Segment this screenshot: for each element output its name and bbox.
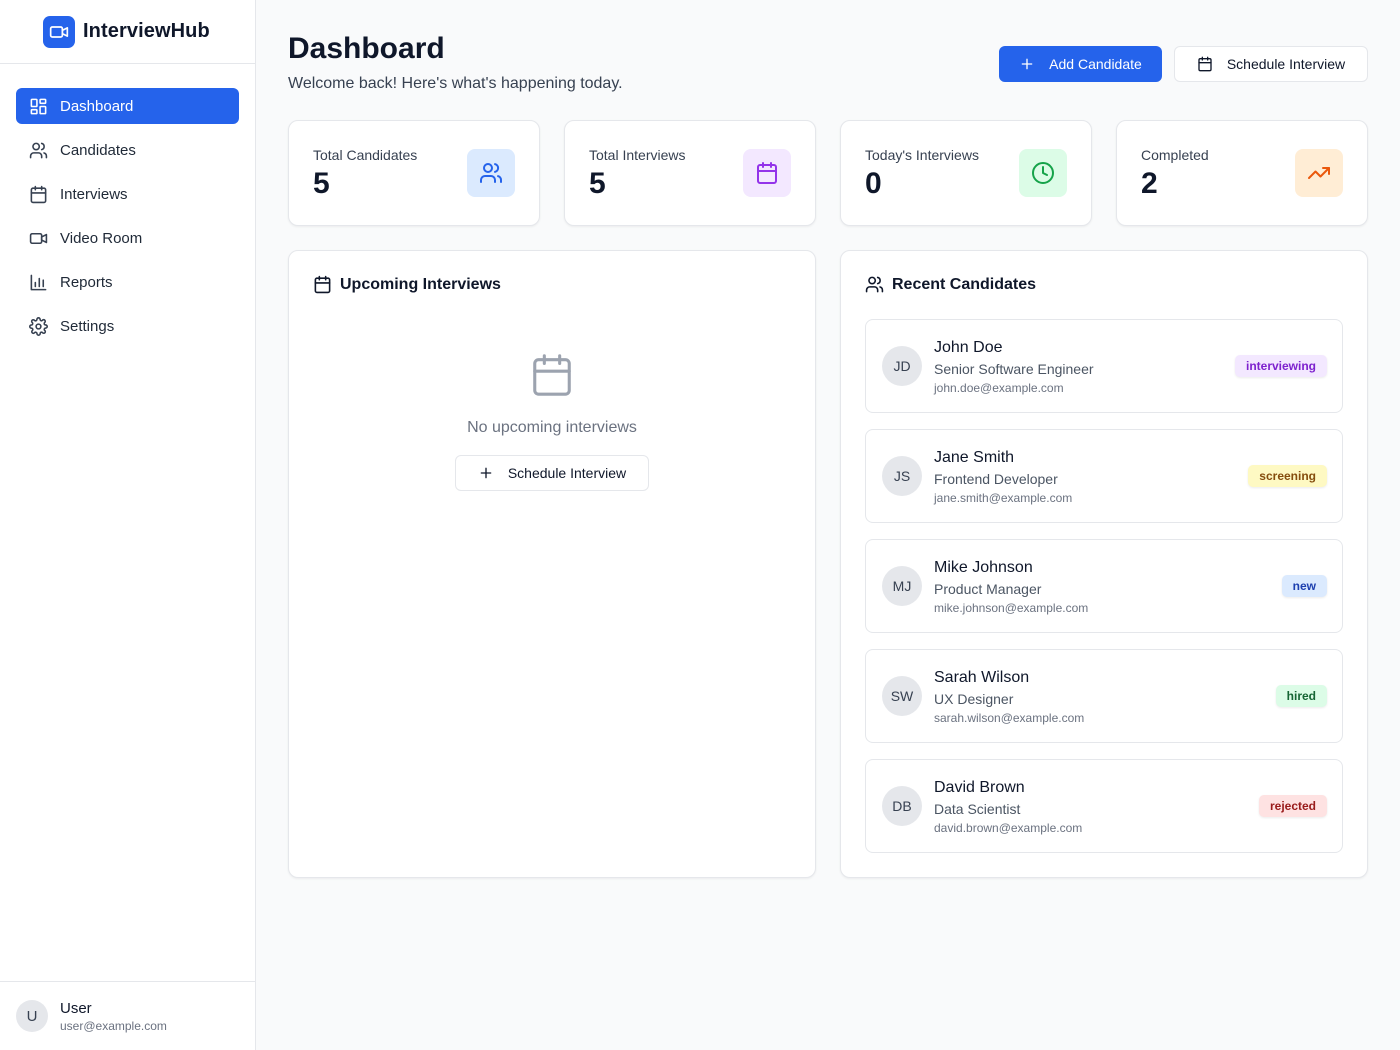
dashboard-icon [28, 96, 48, 116]
schedule-interview-button[interactable]: Schedule Interview [455, 455, 649, 491]
users-icon [865, 275, 884, 294]
candidate-role: Product Manager [934, 581, 1042, 597]
bar-chart-icon [28, 272, 48, 292]
calendar-icon [743, 149, 791, 197]
sidebar-item-label: Video Room [60, 229, 143, 247]
sidebar-item-label: Reports [60, 273, 113, 291]
candidate-name: John Doe [934, 339, 1003, 356]
candidate-card[interactable]: JD John Doe Senior Software Engineer joh… [865, 319, 1343, 413]
sidebar-item-reports[interactable]: Reports [16, 264, 239, 300]
sidebar-item-dashboard[interactable]: Dashboard [16, 88, 239, 124]
candidate-name: David Brown [934, 779, 1025, 796]
panel-title-text: Upcoming Interviews [340, 275, 501, 293]
candidate-email: sarah.wilson@example.com [934, 711, 1085, 725]
calendar-icon [28, 184, 48, 204]
avatar: U [16, 1000, 48, 1032]
avatar: JD [882, 346, 922, 386]
panel-title: Recent Candidates [865, 275, 1036, 294]
schedule-interview-button[interactable]: Schedule Interview [1174, 46, 1368, 82]
stat-value: 5 [589, 167, 606, 200]
sidebar-item-settings[interactable]: Settings [16, 308, 239, 344]
candidate-role: Data Scientist [934, 801, 1021, 817]
candidate-card[interactable]: DB David Brown Data Scientist david.brow… [865, 759, 1343, 853]
candidate-email: mike.johnson@example.com [934, 601, 1089, 615]
candidate-email: john.doe@example.com [934, 381, 1064, 395]
sidebar-item-video-room[interactable]: Video Room [16, 220, 239, 256]
page-title: Dashboard [288, 32, 445, 65]
plus-icon [478, 465, 494, 481]
sidebar-nav: Dashboard Candidates Interviews Video Ro… [0, 64, 255, 344]
stat-card-todays-interviews: Today's Interviews 0 [840, 120, 1092, 226]
panel-title-text: Recent Candidates [892, 275, 1037, 293]
empty-state-text: No upcoming interviews [467, 419, 637, 436]
calendar-icon [313, 275, 332, 294]
clock-icon [1019, 149, 1067, 197]
video-icon [43, 15, 75, 48]
schedule-interview-label: Schedule Interview [1226, 56, 1346, 72]
candidate-role: Senior Software Engineer [934, 361, 1094, 377]
candidate-email: david.brown@example.com [934, 821, 1083, 835]
candidate-card[interactable]: SW Sarah Wilson UX Designer sarah.wilson… [865, 649, 1343, 743]
candidate-email: jane.smith@example.com [934, 491, 1073, 505]
sidebar: InterviewHub Dashboard Candidates Interv… [0, 0, 256, 1050]
stat-card-total-candidates: Total Candidates 5 [288, 120, 540, 226]
stat-label: Total Interviews [589, 147, 686, 163]
user-profile[interactable]: U User user@example.com [0, 981, 255, 1050]
stat-label: Completed [1141, 147, 1209, 163]
calendar-icon [529, 351, 575, 404]
candidate-name: Mike Johnson [934, 559, 1033, 576]
sidebar-item-label: Candidates [60, 141, 136, 159]
candidate-role: Frontend Developer [934, 471, 1058, 487]
sidebar-item-candidates[interactable]: Candidates [16, 132, 239, 168]
avatar: DB [882, 786, 922, 826]
stat-value: 2 [1141, 167, 1158, 200]
status-badge: screening [1248, 465, 1327, 487]
candidate-role: UX Designer [934, 691, 1014, 707]
stat-card-completed: Completed 2 [1116, 120, 1368, 226]
upcoming-interviews-panel: Upcoming Interviews No upcoming intervie… [288, 250, 816, 878]
video-icon [28, 228, 48, 248]
panel-title: Upcoming Interviews [313, 275, 501, 294]
user-name: User [60, 999, 92, 1017]
trending-up-icon [1295, 149, 1343, 197]
stat-label: Total Candidates [313, 147, 418, 163]
add-candidate-button[interactable]: Add Candidate [999, 46, 1162, 82]
schedule-interview-label: Schedule Interview [507, 465, 627, 481]
page-subtitle: Welcome back! Here's what's happening to… [288, 75, 623, 92]
stat-value: 5 [313, 167, 330, 200]
plus-icon [1019, 56, 1035, 72]
stat-label: Today's Interviews [865, 147, 979, 163]
sidebar-item-label: Dashboard [60, 97, 134, 115]
avatar: MJ [882, 566, 922, 606]
gear-icon [28, 316, 48, 336]
user-email: user@example.com [60, 1018, 167, 1033]
recent-candidates-panel: Recent Candidates JD John Doe Senior Sof… [840, 250, 1368, 878]
avatar: SW [882, 676, 922, 716]
users-icon [467, 149, 515, 197]
sidebar-item-label: Interviews [60, 185, 128, 203]
calendar-icon [1197, 56, 1213, 72]
candidate-card[interactable]: MJ Mike Johnson Product Manager mike.joh… [865, 539, 1343, 633]
candidate-card[interactable]: JS Jane Smith Frontend Developer jane.sm… [865, 429, 1343, 523]
candidate-name: Jane Smith [934, 449, 1015, 466]
stat-card-total-interviews: Total Interviews 5 [564, 120, 816, 226]
sidebar-item-interviews[interactable]: Interviews [16, 176, 239, 212]
avatar: JS [882, 456, 922, 496]
stat-value: 0 [865, 167, 882, 200]
status-badge: interviewing [1234, 355, 1327, 377]
status-badge: rejected [1258, 795, 1327, 817]
sidebar-item-label: Settings [60, 317, 115, 335]
status-badge: new [1281, 575, 1327, 597]
status-badge: hired [1275, 685, 1327, 707]
brand-name: InterviewHub [83, 20, 210, 42]
candidate-name: Sarah Wilson [934, 669, 1030, 686]
brand[interactable]: InterviewHub [0, 0, 255, 64]
add-candidate-label: Add Candidate [1049, 56, 1142, 72]
users-icon [28, 140, 48, 160]
